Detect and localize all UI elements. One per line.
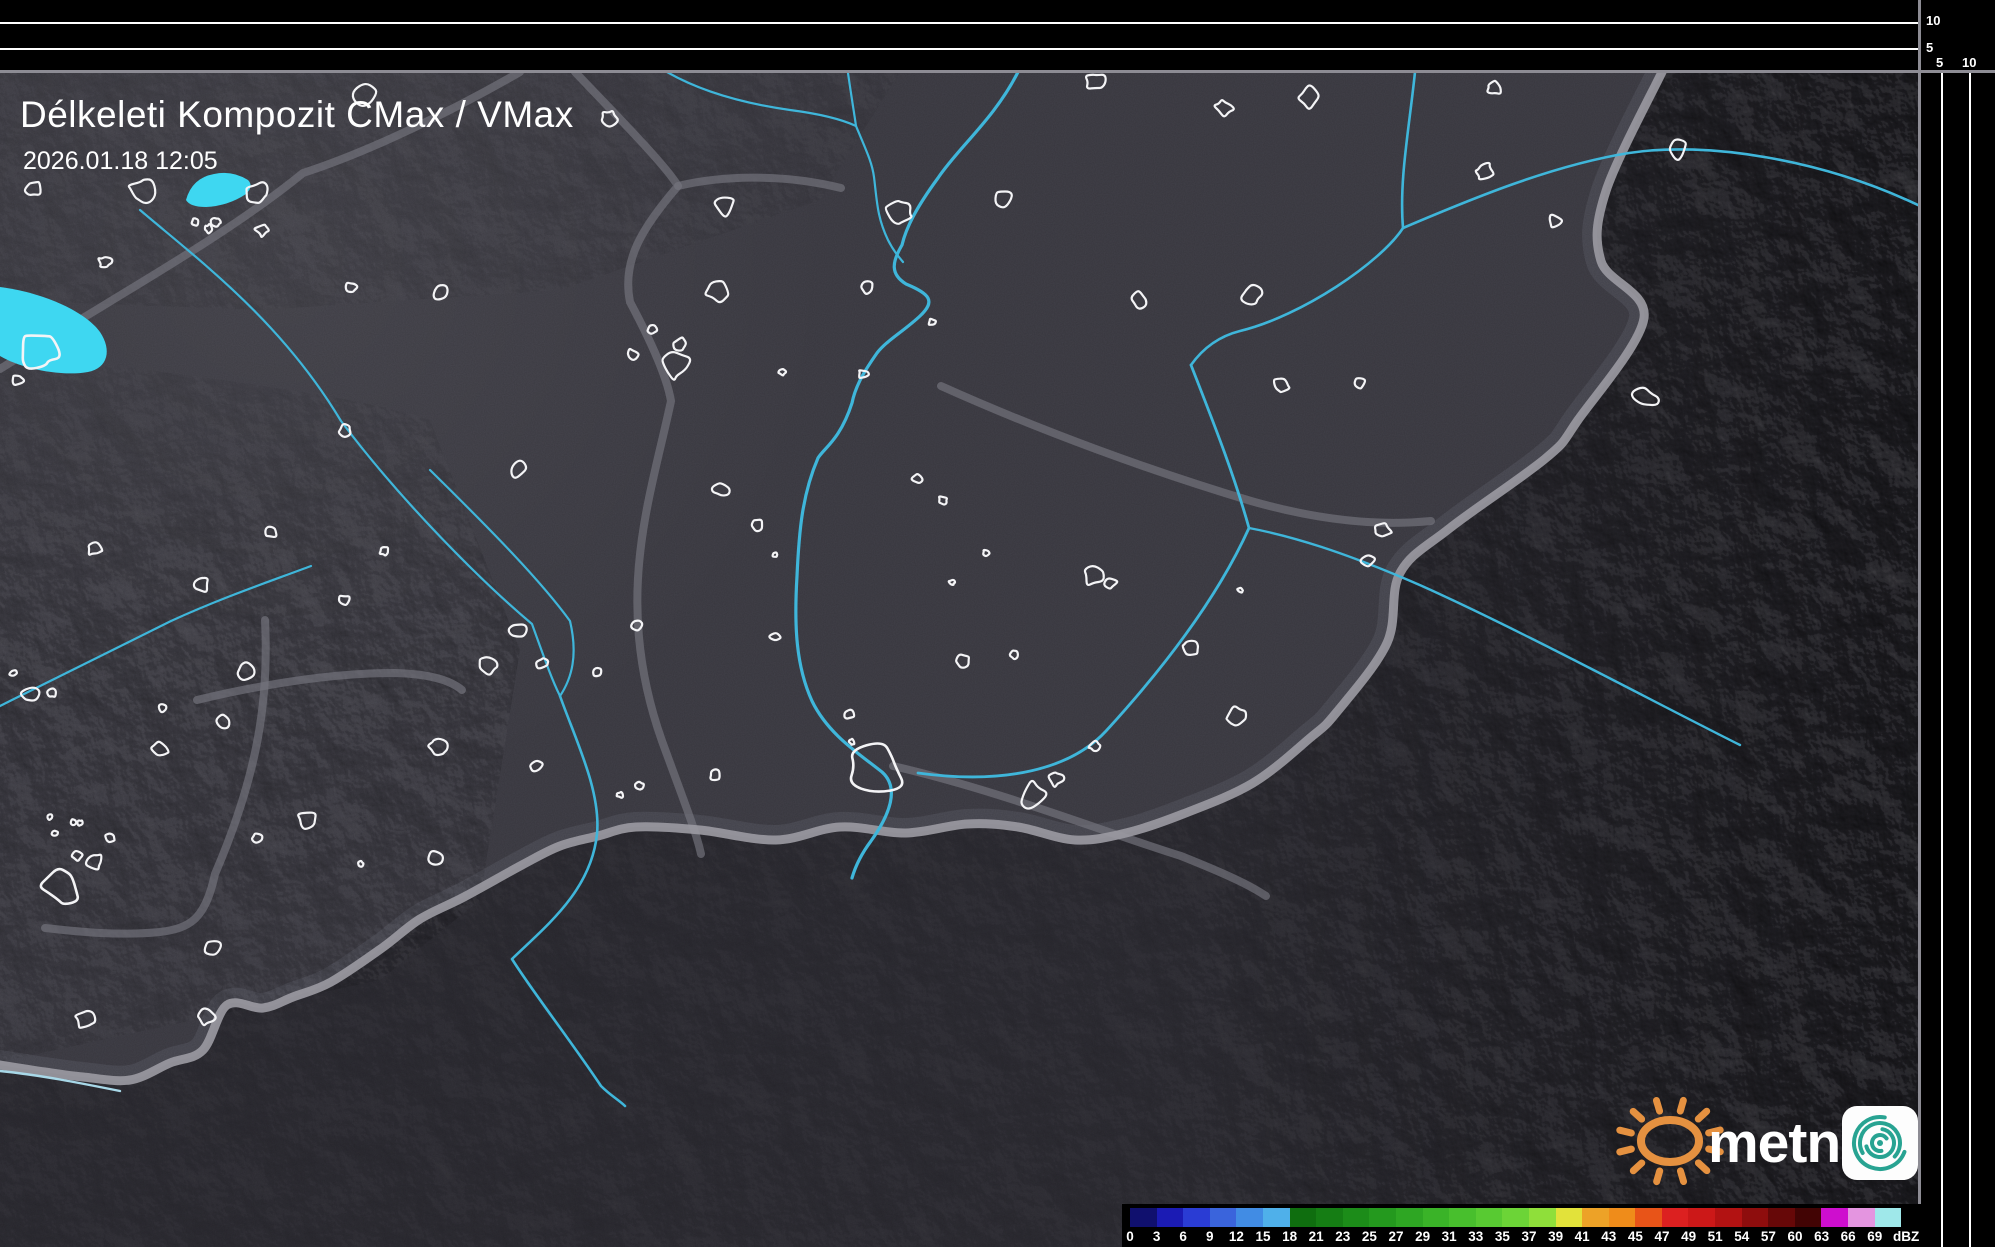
dbz-tick-label: 18 bbox=[1282, 1229, 1297, 1244]
dbz-color-segment bbox=[1662, 1208, 1689, 1227]
right-axis-gridline-5km bbox=[1941, 73, 1943, 1247]
dbz-color-segment bbox=[1635, 1208, 1662, 1227]
dbz-color-segment bbox=[1688, 1208, 1715, 1227]
page-title: Délkeleti Kompozit CMax / VMax bbox=[20, 94, 574, 136]
horizontal-axis-tick-10: 10 bbox=[1962, 56, 1976, 69]
dbz-tick-label: 66 bbox=[1841, 1229, 1856, 1244]
dbz-tick-label: 41 bbox=[1575, 1229, 1590, 1244]
dbz-color-segment bbox=[1423, 1208, 1450, 1227]
dbz-tick-label: 60 bbox=[1787, 1229, 1802, 1244]
dbz-tick-label: 54 bbox=[1734, 1229, 1749, 1244]
spiral-center-dot bbox=[1877, 1140, 1883, 1146]
dbz-tick-label: 6 bbox=[1179, 1229, 1187, 1244]
dbz-tick-label: 33 bbox=[1468, 1229, 1483, 1244]
sun-ray bbox=[1680, 1171, 1683, 1182]
dbz-tick-label: 29 bbox=[1415, 1229, 1430, 1244]
sun-ray bbox=[1657, 1171, 1660, 1182]
dbz-color-segment bbox=[1742, 1208, 1769, 1227]
dbz-color-segment bbox=[1556, 1208, 1583, 1227]
sun-ray bbox=[1620, 1130, 1632, 1133]
dbz-color-segment bbox=[1502, 1208, 1529, 1227]
dbz-tick-label: 57 bbox=[1761, 1229, 1776, 1244]
vertical-axis-tick-5: 5 bbox=[1926, 41, 1933, 54]
dbz-tick-label: 47 bbox=[1654, 1229, 1669, 1244]
dbz-color-segment bbox=[1609, 1208, 1636, 1227]
app-badge[interactable] bbox=[1842, 1106, 1918, 1180]
sun-ray bbox=[1620, 1149, 1632, 1152]
dbz-tick-label: 23 bbox=[1335, 1229, 1350, 1244]
vertical-axis-tick-10: 10 bbox=[1926, 14, 1940, 27]
dbz-color-segment bbox=[1795, 1208, 1822, 1227]
dbz-color-segment bbox=[1449, 1208, 1476, 1227]
dbz-tick-label: 15 bbox=[1255, 1229, 1270, 1244]
dbz-color-segment bbox=[1210, 1208, 1237, 1227]
dbz-tick-label: 27 bbox=[1388, 1229, 1403, 1244]
dbz-color-segment bbox=[1263, 1208, 1290, 1227]
dbz-color-segment bbox=[1529, 1208, 1556, 1227]
radar-composite-screen: 10 5 5 10 Délkeleti Kompozit CMax / VMax… bbox=[0, 0, 1995, 1247]
dbz-color-segment bbox=[1821, 1208, 1848, 1227]
metnet-logo: metnet bbox=[1594, 1078, 1928, 1190]
dbz-tick-label: 12 bbox=[1229, 1229, 1244, 1244]
dbz-tick-label: 31 bbox=[1442, 1229, 1457, 1244]
panel-divider-horizontal bbox=[0, 70, 1995, 73]
dbz-tick-label: 69 bbox=[1867, 1229, 1882, 1244]
dbz-tick-label: 51 bbox=[1708, 1229, 1723, 1244]
dbz-color-segment bbox=[1290, 1208, 1317, 1227]
dbz-tick-label: 45 bbox=[1628, 1229, 1643, 1244]
right-axis-gridline-10km bbox=[1969, 73, 1971, 1247]
sun-ray bbox=[1633, 1163, 1641, 1171]
dbz-unit-label: dBZ bbox=[1893, 1229, 1919, 1244]
dbz-tick-label: 9 bbox=[1206, 1229, 1214, 1244]
dbz-color-segment bbox=[1183, 1208, 1210, 1227]
timestamp: 2026.01.18 12:05 bbox=[23, 147, 218, 176]
sun-icon bbox=[1620, 1100, 1721, 1181]
dbz-color-segment bbox=[1715, 1208, 1742, 1227]
dbz-color-segment bbox=[1130, 1208, 1157, 1227]
sun-ray bbox=[1633, 1111, 1642, 1119]
dbz-color-segment bbox=[1848, 1208, 1875, 1227]
sun-ray bbox=[1680, 1100, 1683, 1111]
dbz-color-segment bbox=[1369, 1208, 1396, 1227]
dbz-color-segment bbox=[1316, 1208, 1343, 1227]
dbz-color-segment bbox=[1157, 1208, 1184, 1227]
dbz-colorscale bbox=[1130, 1208, 1901, 1227]
dbz-tick-label: 0 bbox=[1126, 1229, 1134, 1244]
right-profile-panel bbox=[1921, 0, 1995, 1247]
dbz-color-segment bbox=[1476, 1208, 1503, 1227]
map-grain-texture bbox=[0, 72, 1920, 1247]
sun-ray bbox=[1698, 1111, 1706, 1119]
dbz-color-segment bbox=[1396, 1208, 1423, 1227]
dbz-color-segment bbox=[1343, 1208, 1370, 1227]
dbz-color-segment bbox=[1875, 1208, 1902, 1227]
dbz-tick-label: 35 bbox=[1495, 1229, 1510, 1244]
dbz-tick-label: 25 bbox=[1362, 1229, 1377, 1244]
dbz-tick-label: 39 bbox=[1548, 1229, 1563, 1244]
top-axis-gridline-5km bbox=[0, 48, 1919, 50]
sun-ray bbox=[1698, 1163, 1707, 1171]
dbz-tick-label: 43 bbox=[1601, 1229, 1616, 1244]
dbz-tick-label: 21 bbox=[1309, 1229, 1324, 1244]
dbz-tick-label: 49 bbox=[1681, 1229, 1696, 1244]
dbz-color-segment bbox=[1768, 1208, 1795, 1227]
radar-map[interactable] bbox=[0, 0, 1995, 1247]
dbz-color-segment bbox=[1236, 1208, 1263, 1227]
horizontal-axis-tick-5: 5 bbox=[1936, 56, 1943, 69]
panel-divider-vertical bbox=[1918, 0, 1921, 1247]
dbz-tick-label: 3 bbox=[1153, 1229, 1161, 1244]
sun-ray bbox=[1656, 1100, 1659, 1111]
dbz-tick-label: 63 bbox=[1814, 1229, 1829, 1244]
dbz-tick-label: 37 bbox=[1521, 1229, 1536, 1244]
top-profile-panel bbox=[0, 0, 1995, 70]
top-axis-gridline-10km bbox=[0, 22, 1919, 24]
dbz-color-segment bbox=[1582, 1208, 1609, 1227]
